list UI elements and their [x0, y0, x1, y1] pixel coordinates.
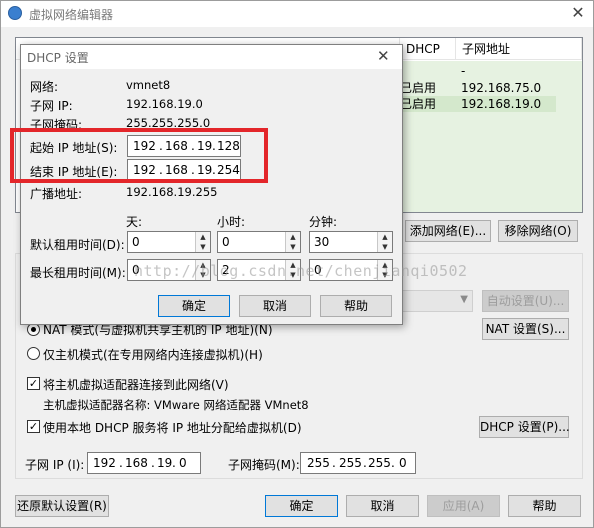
connect-adapter-label: 将主机虚拟适配器连接到此网络(V) — [43, 378, 229, 392]
ip-octet: 255 — [307, 456, 330, 470]
app-globe-icon — [8, 6, 22, 20]
dialog-cancel-button[interactable]: 取消 — [239, 295, 311, 317]
window-title: 虚拟网络编辑器 — [29, 8, 114, 22]
subnet-mask-input[interactable]: 255 . 255 . 255 . 0 — [300, 452, 416, 474]
spinner-arrows[interactable]: ▲ ▼ — [377, 232, 392, 252]
subnet-ip-value: 192.168.19.0 — [126, 97, 203, 111]
table-header-dhcp[interactable]: DHCP — [400, 38, 456, 60]
host-only-label: 仅主机模式(在专用网络内连接虚拟机)(H) — [43, 348, 263, 362]
default-lease-minutes-spinner[interactable]: 30 ▲ ▼ — [309, 231, 393, 253]
subnet-ip-label: 子网 IP (I): — [25, 458, 85, 472]
ok-button[interactable]: 确定 — [265, 495, 338, 517]
title-bar: 虚拟网络编辑器 ✕ — [1, 1, 593, 27]
down-arrow-icon[interactable]: ▼ — [196, 242, 210, 252]
ip-dot: . — [119, 456, 123, 470]
minutes-column-label: 分钟: — [309, 215, 338, 229]
chevron-down-icon: ▼ — [460, 294, 468, 305]
restore-defaults-button[interactable]: 还原默认设置(R) — [15, 495, 109, 517]
cancel-button[interactable]: 取消 — [346, 495, 419, 517]
hours-column-label: 小时: — [217, 215, 246, 229]
default-lease-label: 默认租用时间(D): — [30, 238, 125, 252]
ip-octet: 255 — [339, 456, 362, 470]
ip-octet: 19 — [157, 456, 173, 470]
nat-settings-button[interactable]: NAT 设置(S)... — [482, 318, 569, 340]
down-arrow-icon[interactable]: ▼ — [286, 242, 300, 252]
max-lease-label: 最长租用时间(M): — [30, 266, 126, 280]
apply-button[interactable]: 应用(A) — [427, 495, 500, 517]
spinner-arrows[interactable]: ▲ ▼ — [285, 232, 300, 252]
use-dhcp-checkbox[interactable]: ✓ — [27, 420, 40, 433]
table-cell-subnet: - — [461, 64, 466, 78]
broadcast-label: 广播地址: — [30, 187, 83, 201]
dhcp-settings-dialog: DHCP 设置 ✕ 网络: vmnet8 子网 IP: 192.168.19.0… — [20, 44, 403, 325]
spinner-value: 0 — [132, 235, 140, 249]
up-arrow-icon[interactable]: ▲ — [286, 232, 300, 242]
dialog-title: DHCP 设置 — [27, 51, 89, 65]
spinner-value: 0 — [222, 235, 230, 249]
dhcp-settings-button[interactable]: DHCP 设置(P)... — [479, 416, 570, 438]
close-icon[interactable]: ✕ — [567, 3, 589, 25]
remove-network-button[interactable]: 移除网络(O) — [498, 220, 578, 242]
ip-dot: . — [391, 456, 395, 470]
subnet-ip-label: 子网 IP: — [30, 99, 73, 113]
dialog-title-bar: DHCP 设置 ✕ — [21, 45, 402, 69]
ip-octet: 168 — [125, 456, 148, 470]
network-value: vmnet8 — [126, 78, 171, 92]
subnet-ip-input[interactable]: 192 . 168 . 19 . 0 — [87, 452, 201, 474]
ip-octet: 192 — [93, 456, 116, 470]
table-cell-subnet: 192.168.19.0 — [461, 97, 542, 111]
connect-adapter-checkbox[interactable]: ✓ — [27, 377, 40, 390]
table-cell-subnet: 192.168.75.0 — [461, 81, 542, 95]
help-button[interactable]: 帮助 — [508, 495, 581, 517]
use-dhcp-label: 使用本地 DHCP 服务将 IP 地址分配给虚拟机(D) — [43, 421, 302, 435]
add-network-button[interactable]: 添加网络(E)... — [405, 220, 491, 242]
ip-octet: 0 — [399, 456, 407, 470]
down-arrow-icon[interactable]: ▼ — [378, 242, 392, 252]
highlight-annotation-box — [10, 128, 268, 183]
dialog-help-button[interactable]: 帮助 — [320, 295, 392, 317]
bridge-adapter-combo[interactable]: ▼ — [401, 290, 473, 312]
spinner-value: 30 — [314, 235, 330, 249]
ip-octet: 0 — [179, 456, 187, 470]
adapter-name-label: 主机虚拟适配器名称: VMware 网络适配器 VMnet8 — [43, 398, 309, 412]
spinner-arrows[interactable]: ▲ ▼ — [195, 232, 210, 252]
dialog-ok-button[interactable]: 确定 — [158, 295, 230, 317]
close-icon[interactable]: ✕ — [377, 47, 390, 65]
ip-dot: . — [363, 456, 367, 470]
ip-dot: . — [172, 456, 176, 470]
ip-octet: 255 — [368, 456, 391, 470]
watermark-text: http://blog.csdn.net/chenjianqi0502 — [134, 262, 468, 280]
default-lease-hours-spinner[interactable]: 0 ▲ ▼ — [217, 231, 301, 253]
network-label: 网络: — [30, 80, 59, 94]
host-only-radio[interactable] — [27, 347, 40, 360]
subnet-mask-label: 子网掩码(M): — [228, 458, 300, 472]
broadcast-value: 192.168.19.255 — [126, 185, 218, 199]
up-arrow-icon[interactable]: ▲ — [378, 232, 392, 242]
default-lease-days-spinner[interactable]: 0 ▲ ▼ — [127, 231, 211, 253]
auto-settings-button[interactable]: 自动设置(U)... — [482, 290, 569, 312]
ip-dot: . — [151, 456, 155, 470]
ip-dot: . — [332, 456, 336, 470]
up-arrow-icon[interactable]: ▲ — [196, 232, 210, 242]
days-column-label: 天: — [126, 215, 143, 229]
table-header-subnet[interactable]: 子网地址 — [456, 38, 582, 60]
